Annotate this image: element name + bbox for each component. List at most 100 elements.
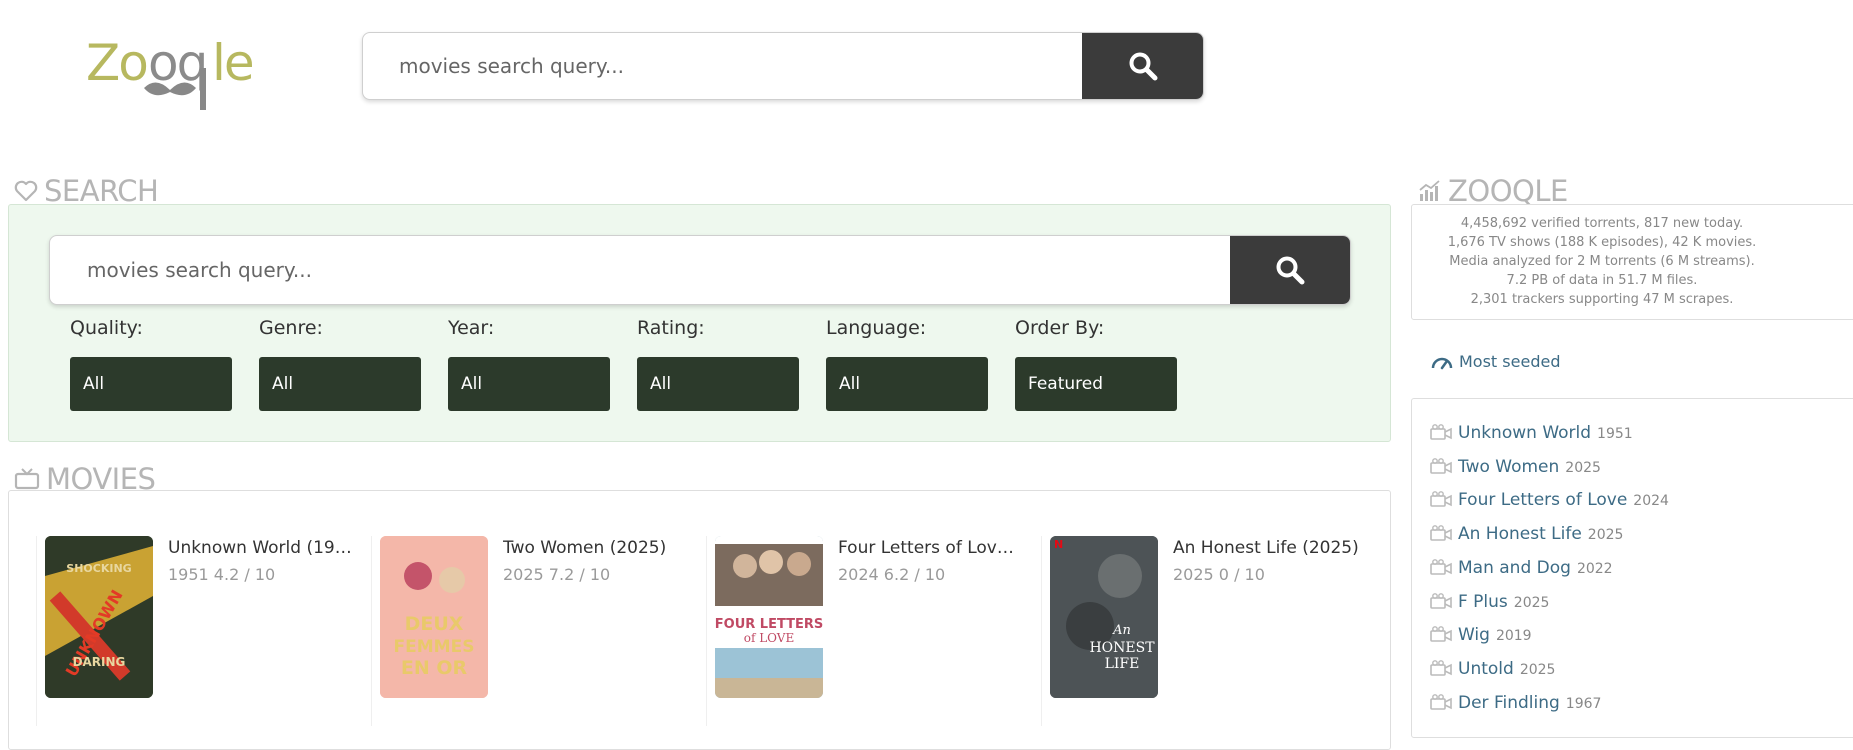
search-icon <box>1276 256 1305 285</box>
advanced-search-input[interactable] <box>50 236 1230 304</box>
seeded-year: 2025 <box>1513 595 1550 611</box>
svg-text:N: N <box>1054 538 1063 551</box>
svg-text:le: le <box>212 34 253 92</box>
filter-label: Genre: <box>259 317 323 339</box>
movie-poster[interactable]: N An HONEST LIFE <box>1050 536 1158 698</box>
video-camera-icon <box>1430 525 1452 541</box>
list-item[interactable]: Man and Dog 2022 <box>1430 557 1613 583</box>
stat-trackers: 2,301 trackers supporting 47 M scrapes. <box>1470 292 1734 307</box>
seeded-title[interactable]: F Plus <box>1458 592 1508 612</box>
seeded-year: 2025 <box>1565 460 1601 476</box>
video-camera-icon <box>1430 559 1452 575</box>
movie-poster[interactable]: FOUR LETTERS of LOVE <box>715 536 823 698</box>
svg-text:DEUX: DEUX <box>405 613 464 635</box>
video-camera-icon <box>1430 626 1452 642</box>
site-stats: 4,458,692 verified torrents, 817 new tod… <box>1411 204 1853 320</box>
seeded-title[interactable]: Four Letters of Love <box>1458 490 1627 510</box>
filter-label: Quality: <box>70 317 143 339</box>
seeded-title[interactable]: Der Findling <box>1458 693 1560 713</box>
logo-mustache-graphic: Zo oq le <box>86 34 255 110</box>
site-logo[interactable]: Zo oq le <box>86 28 256 110</box>
zooqle-section-title: ZOOQLE <box>1418 174 1568 208</box>
svg-text:HONEST: HONEST <box>1089 640 1155 656</box>
movie-title[interactable]: Unknown World (1951) <box>168 538 354 558</box>
movie-title[interactable]: Two Women (2025) <box>503 538 689 558</box>
list-item[interactable]: Untold 2025 <box>1430 658 1555 684</box>
header-search <box>362 32 1204 100</box>
seeded-title[interactable]: Two Women <box>1458 457 1559 477</box>
filter-language: Language: All <box>826 317 988 411</box>
svg-text:EN OR: EN OR <box>401 657 468 679</box>
seeded-title[interactable]: Man and Dog <box>1458 558 1571 578</box>
filter-rating: Rating: All <box>637 317 799 411</box>
chart-icon <box>1419 180 1440 201</box>
most-seeded-tab[interactable]: Most seeded <box>1431 352 1560 371</box>
seeded-title[interactable]: Untold <box>1458 659 1514 679</box>
poster-image: FOUR LETTERS of LOVE <box>715 536 823 698</box>
video-camera-icon <box>1430 694 1452 710</box>
genre-select[interactable]: All <box>259 357 421 411</box>
list-item[interactable]: Der Findling 1967 <box>1430 692 1601 718</box>
movie-card[interactable]: DEUX FEMMES EN OR Two Women (2025) 2025 … <box>371 536 691 726</box>
movie-poster[interactable]: SHOCKING UNKNOWN DARING <box>45 536 153 698</box>
list-item[interactable]: An Honest Life 2025 <box>1430 523 1623 549</box>
seeded-title[interactable]: An Honest Life <box>1458 524 1582 544</box>
svg-text:An: An <box>1112 623 1131 638</box>
video-camera-icon <box>1430 593 1452 609</box>
svg-text:FEMMES: FEMMES <box>394 637 475 657</box>
list-item[interactable]: Wig 2019 <box>1430 624 1532 650</box>
poster-image: N An HONEST LIFE <box>1050 536 1158 698</box>
filter-order-by: Order By: Featured <box>1015 317 1177 411</box>
svg-text:FOUR LETTERS: FOUR LETTERS <box>715 617 823 632</box>
tv-icon <box>14 468 40 490</box>
list-item[interactable]: F Plus 2025 <box>1430 591 1549 617</box>
language-select[interactable]: All <box>826 357 988 411</box>
list-item[interactable]: Four Letters of Love 2024 <box>1430 489 1669 515</box>
search-section-title: SEARCH <box>14 174 159 208</box>
seeded-year: 2019 <box>1495 628 1532 644</box>
video-camera-icon <box>1430 491 1452 507</box>
seeded-year: 2025 <box>1519 662 1556 678</box>
svg-text:SHOCKING: SHOCKING <box>66 562 131 575</box>
movie-poster[interactable]: DEUX FEMMES EN OR <box>380 536 488 698</box>
most-seeded-list: Unknown World 1951 Two Women 2025 Four L… <box>1411 398 1853 738</box>
movie-meta: 2024 6.2 / 10 <box>838 565 946 584</box>
filter-genre: Genre: All <box>259 317 421 411</box>
poster-image: DEUX FEMMES EN OR <box>380 536 488 698</box>
search-icon <box>1129 52 1157 81</box>
seeded-title[interactable]: Unknown World <box>1458 423 1591 443</box>
list-item[interactable]: Unknown World 1951 <box>1430 422 1633 448</box>
movie-meta: 2025 7.2 / 10 <box>503 565 611 584</box>
movie-card[interactable]: SHOCKING UNKNOWN DARING Unknown World (1… <box>36 536 356 726</box>
gauge-icon <box>1431 357 1453 369</box>
stat-data: 7.2 PB of data in 51.7 M files. <box>1506 273 1698 288</box>
order-by-select[interactable]: Featured <box>1015 357 1177 411</box>
movie-meta: 1951 4.2 / 10 <box>168 565 276 584</box>
seeded-year: 2025 <box>1587 527 1624 543</box>
quality-select[interactable]: All <box>70 357 232 411</box>
seeded-year: 2022 <box>1576 561 1613 577</box>
svg-text:DARING: DARING <box>73 655 126 669</box>
advanced-search-button[interactable] <box>1230 236 1350 304</box>
movie-card[interactable]: FOUR LETTERS of LOVE Four Letters of Lov… <box>706 536 1026 726</box>
header-search-input[interactable] <box>363 33 1083 99</box>
seeded-title[interactable]: Wig <box>1458 625 1490 645</box>
video-camera-icon <box>1430 660 1452 676</box>
header-search-button[interactable] <box>1082 33 1203 99</box>
filter-quality: Quality: All <box>70 317 232 411</box>
stat-media: Media analyzed for 2 M torrents (6 M str… <box>1449 254 1755 269</box>
filter-year: Year: All <box>448 317 610 411</box>
seeded-year: 1951 <box>1597 426 1633 442</box>
search-panel: Quality: All Genre: All Year: All Rating… <box>8 204 1391 442</box>
video-camera-icon <box>1430 424 1452 440</box>
stat-torrents: 4,458,692 verified torrents, 817 new tod… <box>1460 216 1744 231</box>
most-seeded-label: Most seeded <box>1459 352 1561 371</box>
advanced-search <box>49 235 1351 305</box>
rating-select[interactable]: All <box>637 357 799 411</box>
movie-title[interactable]: Four Letters of Love (2024) <box>838 538 1024 558</box>
svg-text:Zo: Zo <box>86 34 147 92</box>
year-select[interactable]: All <box>448 357 610 411</box>
movie-title[interactable]: An Honest Life (2025) <box>1173 538 1359 558</box>
list-item[interactable]: Two Women 2025 <box>1430 456 1601 482</box>
movie-card[interactable]: N An HONEST LIFE An Honest Life (2025) 2… <box>1041 536 1361 726</box>
